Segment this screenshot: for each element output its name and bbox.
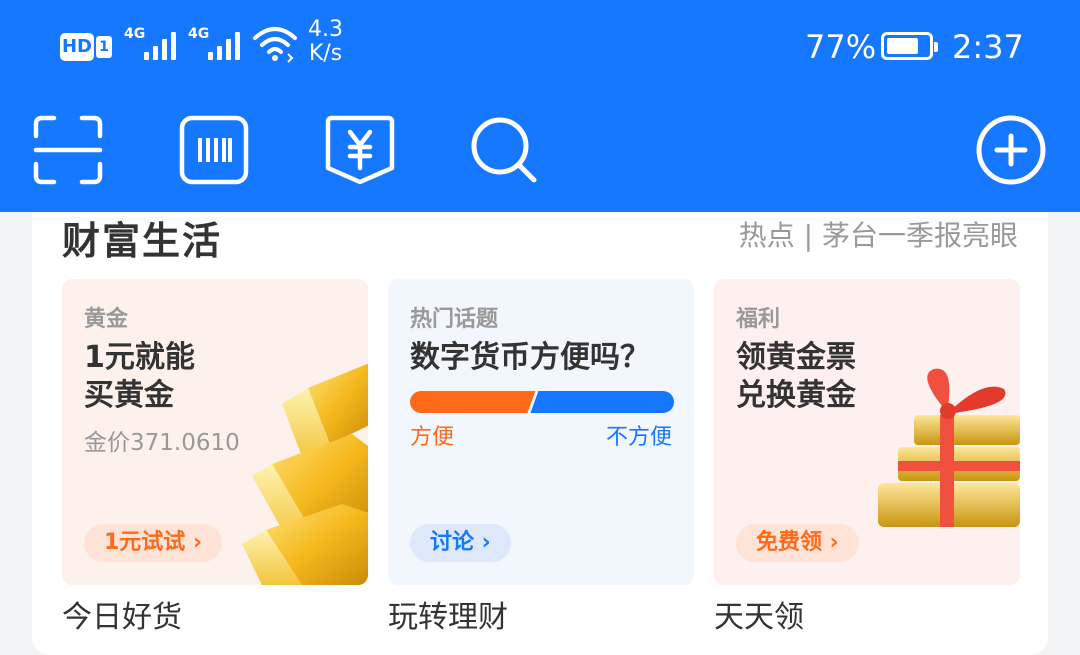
battery-percent: 77% [805, 28, 877, 66]
payment-code-icon[interactable] [324, 114, 396, 186]
gold-tile[interactable]: 黄金 1元就能 买黄金 金价371.0610 1元试试 › [62, 279, 368, 585]
topic-tile[interactable]: 热门话题 数字货币方便吗？ 方便 不方便 讨论 › [388, 279, 694, 585]
tile-label-daily-goods[interactable]: 今日好货 [62, 592, 182, 636]
tile-title: 1元就能 买黄金 [84, 339, 195, 415]
battery-level-fill [887, 38, 918, 54]
search-icon[interactable] [468, 114, 540, 186]
tile-title-line2: 买黄金 [84, 378, 174, 413]
signal-bars-1-icon [144, 26, 176, 60]
pill-label: 1元试试 [104, 530, 186, 555]
wifi-icon [253, 27, 297, 63]
claim-free-button[interactable]: 免费领 › [736, 524, 859, 562]
tile-label-daily-claim[interactable]: 天天领 [714, 592, 804, 636]
section-title: 财富生活 [62, 219, 223, 263]
hd-voice-icon: HD [60, 33, 94, 61]
vote-option-inconvenient[interactable]: 不方便 [606, 419, 672, 451]
pill-label: 讨论 [430, 530, 475, 555]
status-bar: HD 1 4G 4G 4.3 K/s 77% 2:37 [0, 0, 1080, 96]
sim-slot-label: 1 [96, 36, 112, 58]
tile-label-play-finance[interactable]: 玩转理财 [388, 592, 508, 636]
tile-title: 数字货币方便吗？ [410, 340, 650, 375]
network-type-1: 4G [124, 26, 146, 42]
barcode-icon[interactable] [178, 114, 250, 186]
gold-price: 金价371.0610 [84, 430, 240, 456]
battery-icon [881, 32, 938, 60]
try-one-yuan-button[interactable]: 1元试试 › [84, 524, 223, 562]
clock: 2:37 [952, 28, 1024, 66]
tile-category: 热门话题 [410, 307, 499, 332]
scan-icon[interactable] [32, 114, 104, 186]
gold-gift-box-image [878, 368, 1020, 527]
network-speed-unit: K/s [308, 41, 343, 66]
top-bar: HD 1 4G 4G 4.3 K/s 77% 2:37 [0, 0, 1080, 212]
add-icon[interactable] [975, 114, 1047, 186]
signal-bars-2-icon [208, 26, 240, 60]
network-type-2: 4G [188, 26, 210, 42]
discuss-button[interactable]: 讨论 › [410, 524, 511, 562]
network-speed-value: 4.3 [308, 17, 343, 42]
vote-ratio-bar [410, 391, 674, 413]
chevron-right-icon: › [474, 530, 491, 555]
tile-category: 黄金 [84, 307, 129, 332]
tile-title: 领黄金票 兑换黄金 [736, 339, 856, 415]
tile-title-line1: 1元就能 [84, 340, 195, 375]
pill-label: 免费领 [756, 530, 823, 555]
tile-title-line1: 领黄金票 [736, 340, 856, 375]
chevron-right-icon: › [822, 530, 839, 555]
gold-bars-image [242, 363, 368, 585]
wealth-life-card: 财富生活 热点 | 茅台一季报亮眼 黄金 1元就能 买黄金 金价371.0610 [32, 212, 1048, 655]
gift-tile[interactable]: 福利 领黄金票 兑换黄金 免费领 › [714, 279, 1020, 585]
tile-title-line2: 兑换黄金 [736, 378, 856, 413]
tile-category: 福利 [736, 307, 781, 332]
hot-topic-link[interactable]: 热点 | 茅台一季报亮眼 [739, 214, 1018, 254]
network-speed: 4.3 K/s [308, 18, 343, 66]
chevron-right-icon: › [185, 530, 203, 555]
vote-option-convenient[interactable]: 方便 [410, 419, 454, 451]
